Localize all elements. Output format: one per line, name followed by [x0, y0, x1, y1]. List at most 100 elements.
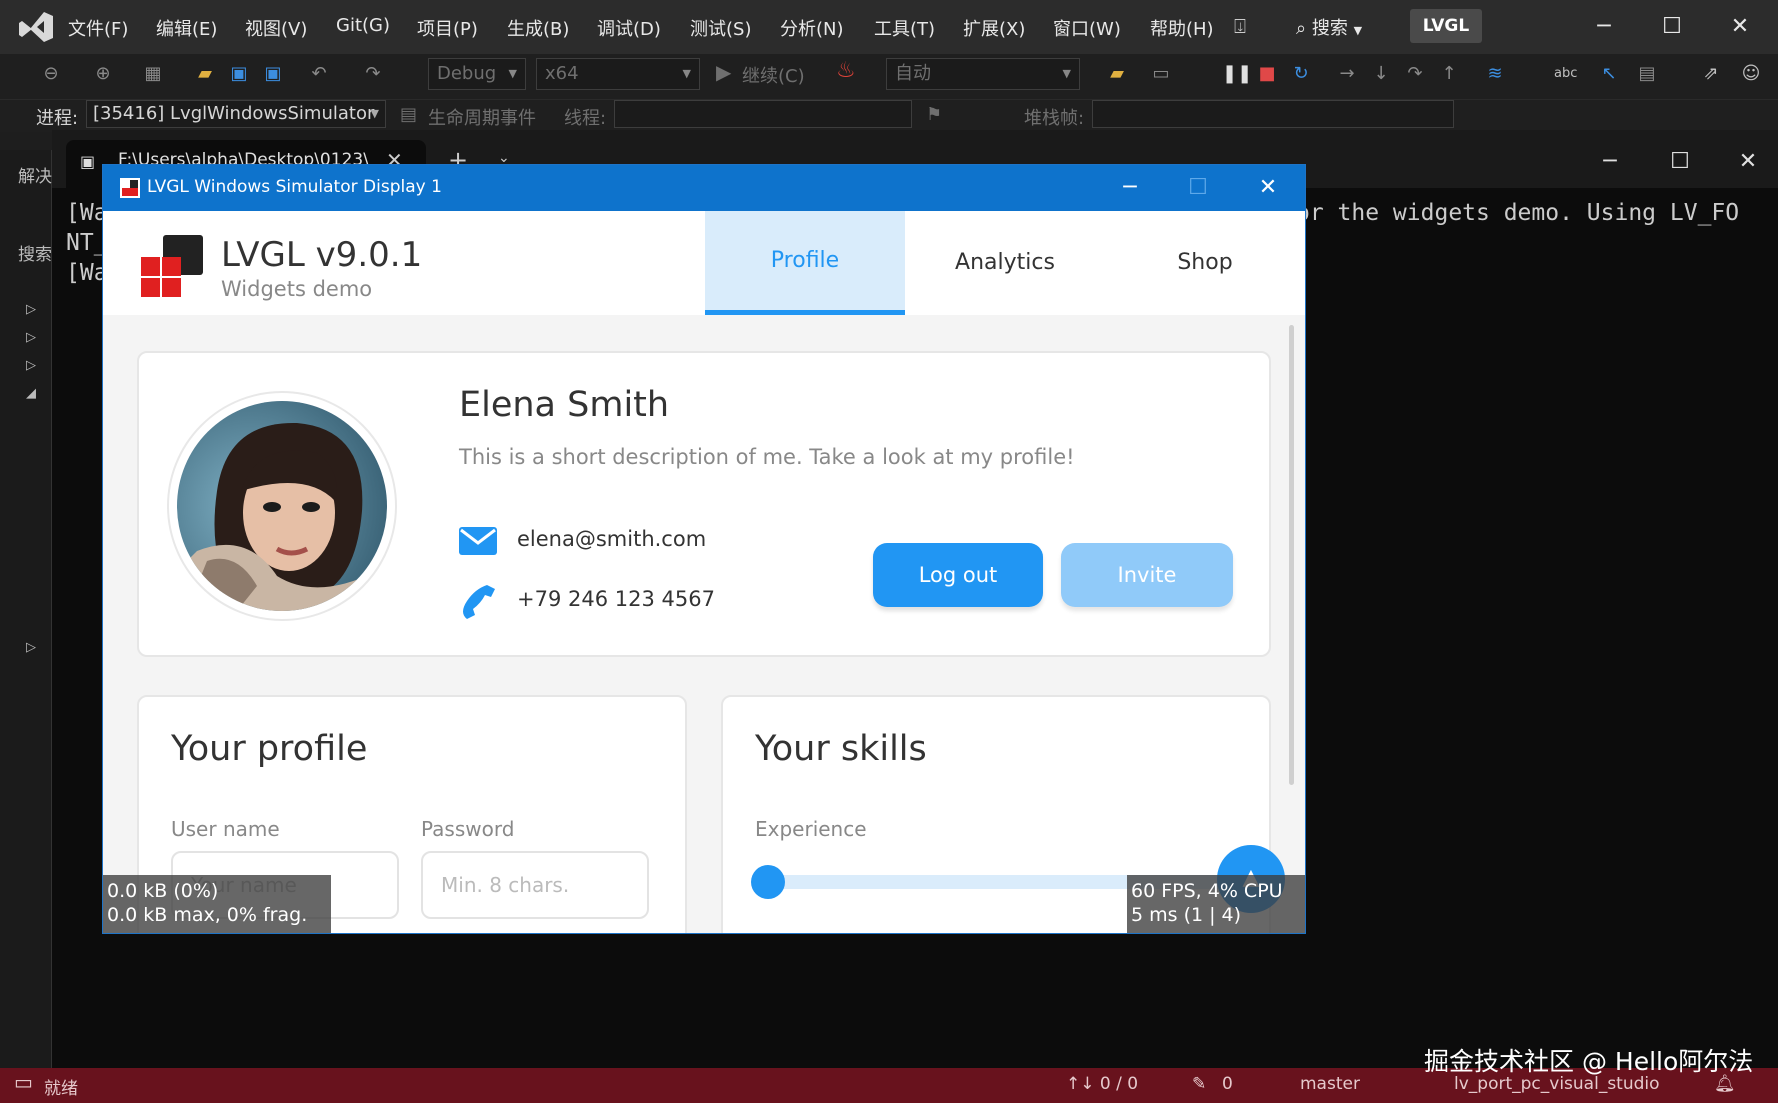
close-button[interactable]: ✕: [1720, 10, 1760, 44]
console-line-right: or the widgets demo. Using LV_FO: [1296, 200, 1740, 226]
menu-view[interactable]: 视图(V): [245, 15, 307, 41]
process-select[interactable]: [35416] LvglWindowsSimulator ▼: [86, 100, 386, 128]
stackframe-select[interactable]: [1092, 100, 1454, 128]
memory-monitor: 0.0 kB (0%) 0.0 kB max, 0% frag.: [103, 875, 331, 933]
share-icon[interactable]: ⇗: [1700, 62, 1722, 86]
forward-icon[interactable]: ⊕: [92, 62, 114, 86]
logout-button[interactable]: Log out: [873, 543, 1043, 607]
pause-icon[interactable]: ❚❚: [1222, 62, 1252, 86]
step-out-icon[interactable]: ↑: [1438, 62, 1460, 86]
visual-studio-logo-icon[interactable]: [18, 9, 54, 45]
profile-phone: +79 246 123 4567: [517, 587, 715, 611]
stop-icon[interactable]: ■: [1256, 62, 1278, 86]
process-value: [35416] LvglWindowsSimulator: [93, 103, 375, 124]
username-label: User name: [171, 817, 280, 841]
chevron-down-icon: ▼: [508, 67, 517, 80]
experience-slider-knob[interactable]: [751, 865, 785, 899]
app-subtitle: Widgets demo: [221, 277, 373, 301]
menu-help[interactable]: 帮助(H): [1150, 15, 1214, 41]
memory-usage: 0.0 kB (0%): [107, 880, 219, 902]
feedback-icon[interactable]: ⍗: [1234, 14, 1246, 38]
lifecycle-icon[interactable]: ▤: [400, 104, 417, 125]
comment-icon[interactable]: ▤: [1636, 62, 1658, 86]
play-icon[interactable]: ▶: [716, 60, 731, 84]
menu-build[interactable]: 生成(B): [507, 15, 569, 41]
configuration-value: Debug: [437, 63, 497, 84]
search-icon: ⌕: [1296, 18, 1307, 39]
lvgl-minimize-button[interactable]: ─: [1105, 169, 1155, 207]
lvgl-app-icon: [120, 178, 140, 198]
solution-explorer-tab[interactable]: 解决: [18, 162, 52, 187]
tab-analytics[interactable]: Analytics: [905, 211, 1105, 315]
experience-label: Experience: [755, 817, 867, 841]
solution-name-badge[interactable]: LVGL: [1410, 9, 1482, 43]
spell-check-icon[interactable]: abc: [1554, 62, 1577, 86]
configuration-select[interactable]: Debug ▼: [428, 58, 526, 90]
step-back-icon[interactable]: ↷: [1404, 62, 1426, 86]
menu-project[interactable]: 项目(P): [417, 15, 478, 41]
menu-debug[interactable]: 调试(D): [597, 15, 661, 41]
tab-profile[interactable]: Profile: [705, 211, 905, 315]
git-changes[interactable]: ↑↓ 0 / 0: [1066, 1074, 1138, 1094]
menu-git[interactable]: Git(G): [336, 15, 390, 36]
branch[interactable]: master: [1300, 1074, 1360, 1094]
tab-shop[interactable]: Shop: [1105, 211, 1305, 315]
menu-tools[interactable]: 工具(T): [874, 15, 935, 41]
cursor-icon[interactable]: ↖: [1598, 62, 1620, 86]
invite-button[interactable]: Invite: [1061, 543, 1233, 607]
open-folder-icon[interactable]: ▰: [194, 62, 216, 86]
lifecycle-events-button[interactable]: 生命周期事件: [428, 104, 536, 130]
chevron-down-icon: ▼: [370, 107, 379, 120]
folder-search-icon[interactable]: ▰: [1106, 62, 1128, 86]
edit-count[interactable]: 0: [1222, 1074, 1233, 1094]
expand-icon[interactable]: ▷: [26, 358, 36, 373]
avatar: [177, 401, 387, 611]
hot-reload-icon[interactable]: ♨: [836, 58, 856, 83]
password-field[interactable]: Min. 8 chars.: [421, 851, 649, 919]
save-icon[interactable]: ▣: [228, 62, 250, 86]
your-profile-title: Your profile: [171, 729, 368, 769]
solution-search-tab[interactable]: 搜索: [18, 240, 52, 265]
step-into-icon[interactable]: ↓: [1370, 62, 1392, 86]
lvgl-close-button[interactable]: ✕: [1243, 169, 1293, 207]
restart-icon[interactable]: ↻: [1290, 62, 1312, 86]
auto-select[interactable]: 自动 ▼: [886, 58, 1080, 90]
menu-test[interactable]: 测试(S): [690, 15, 751, 41]
diagnostics-icon[interactable]: ≋: [1484, 62, 1506, 86]
menu-analyze[interactable]: 分析(N): [780, 15, 844, 41]
lvgl-maximize-button[interactable]: ☐: [1173, 169, 1223, 207]
undo-icon[interactable]: ↶: [308, 62, 330, 86]
expand-icon[interactable]: ▷: [26, 302, 36, 317]
continue-button[interactable]: 继续(C): [742, 62, 805, 88]
menu-extensions[interactable]: 扩展(X): [963, 15, 1025, 41]
new-item-icon[interactable]: ▦: [142, 62, 164, 86]
scrollbar[interactable]: [1289, 325, 1294, 785]
step-over-icon[interactable]: →: [1336, 62, 1358, 86]
expand-icon[interactable]: ▷: [26, 640, 36, 655]
console-maximize-button[interactable]: ☐: [1660, 144, 1700, 180]
platform-select[interactable]: x64 ▼: [536, 58, 700, 90]
maximize-button[interactable]: ☐: [1652, 10, 1692, 44]
search-box[interactable]: ⌕ 搜索 ▼: [1296, 14, 1362, 40]
menu-window[interactable]: 窗口(W): [1053, 15, 1121, 41]
stackframe-label: 堆栈帧:: [1024, 108, 1085, 129]
profile-name: Elena Smith: [459, 385, 670, 425]
save-all-icon[interactable]: ▣: [262, 62, 284, 86]
console-close-button[interactable]: ✕: [1728, 144, 1768, 180]
user-feedback-icon[interactable]: ☺: [1740, 62, 1762, 86]
redo-icon[interactable]: ↷: [362, 62, 384, 86]
app-title: LVGL v9.0.1: [221, 235, 423, 275]
thread-select[interactable]: [614, 100, 912, 128]
collapse-icon[interactable]: ◢: [26, 386, 36, 401]
auto-value: 自动: [895, 63, 931, 84]
fps-cpu: 60 FPS, 4% CPU: [1131, 880, 1283, 902]
expand-icon[interactable]: ▷: [26, 330, 36, 345]
chevron-down-icon: ▼: [682, 67, 691, 80]
menu-file[interactable]: 文件(F): [68, 15, 128, 41]
layout-icon[interactable]: ▭: [1150, 62, 1172, 86]
back-icon[interactable]: ⊖: [40, 62, 62, 86]
flag-icon[interactable]: ⚑: [926, 104, 942, 125]
console-minimize-button[interactable]: ─: [1590, 144, 1630, 180]
menu-edit[interactable]: 编辑(E): [156, 15, 217, 41]
minimize-button[interactable]: ─: [1584, 10, 1624, 44]
